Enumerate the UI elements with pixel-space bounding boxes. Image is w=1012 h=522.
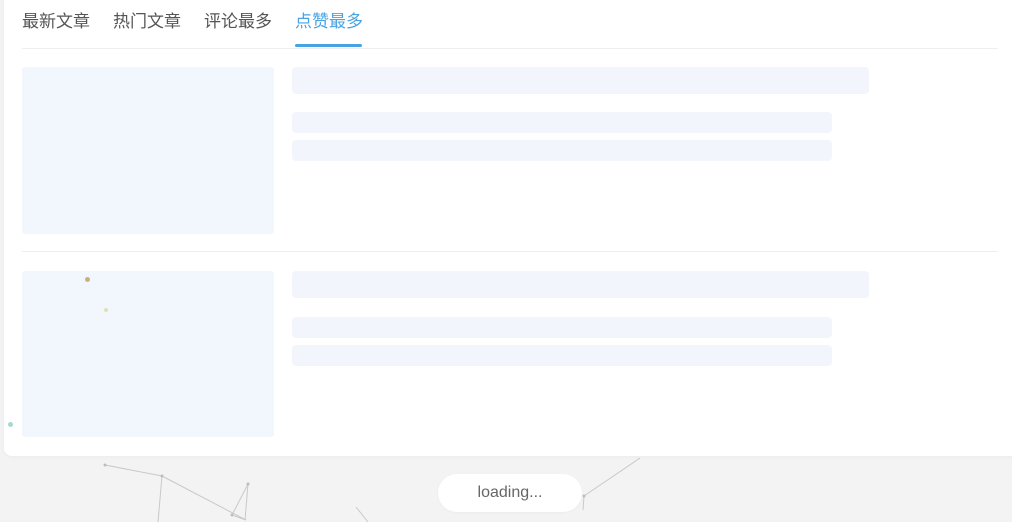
particle-dot [8, 422, 13, 427]
particle-dot [104, 308, 108, 312]
tab-most-commented[interactable]: 评论最多 [204, 12, 272, 32]
thumbnail-placeholder [22, 271, 274, 437]
particle-dot [85, 277, 90, 282]
thumbnail-placeholder [22, 67, 274, 234]
article-tabs: 最新文章 热门文章 评论最多 点赞最多 [22, 0, 998, 49]
loading-indicator: loading... [438, 474, 582, 512]
summary-line-placeholder [292, 345, 832, 366]
summary-line-placeholder [292, 317, 832, 338]
summary-line-placeholder [292, 140, 832, 161]
tab-most-liked[interactable]: 点赞最多 [295, 12, 363, 32]
tab-hot[interactable]: 热门文章 [113, 12, 181, 32]
divider [22, 251, 998, 252]
summary-line-placeholder [292, 112, 832, 133]
tab-latest[interactable]: 最新文章 [22, 12, 90, 32]
title-placeholder [292, 67, 869, 94]
title-placeholder [292, 271, 869, 298]
active-tab-indicator [295, 44, 362, 47]
